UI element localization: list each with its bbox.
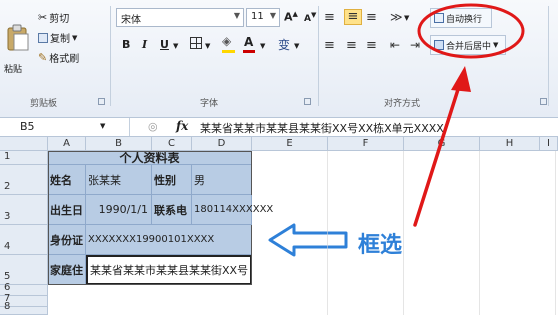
column-header-e[interactable]: E [252, 137, 328, 151]
chevron-down-icon: ▼ [233, 11, 240, 20]
cut-button[interactable]: ✂ 剪切 [38, 10, 69, 25]
row-header-3[interactable]: 3 [0, 195, 48, 225]
select-all-corner[interactable] [0, 137, 48, 151]
align-center-icon[interactable]: ≡ [346, 38, 357, 53]
font-color-icon[interactable]: A [244, 35, 253, 49]
cell-d3[interactable]: 180114XXXXXX [192, 195, 273, 225]
chevron-down-icon[interactable]: ▼ [294, 42, 299, 50]
scissors-icon: ✂ [38, 11, 48, 24]
clipboard-group-label: 剪贴板 [30, 99, 58, 109]
italic-button[interactable]: I [142, 38, 147, 51]
borders-icon[interactable] [190, 37, 202, 49]
title-cell[interactable]: 个人资料表 [48, 151, 252, 165]
font-size-select[interactable]: 11 ▼ [246, 8, 280, 27]
arrow-left-icon [268, 223, 348, 257]
paste-icon [7, 24, 29, 51]
font-name-value: 宋体 [121, 15, 141, 26]
row-header-2[interactable]: 2 [0, 165, 48, 195]
clipboard-launcher-icon[interactable] [98, 98, 105, 105]
align-left-icon[interactable]: ≡ [324, 38, 335, 53]
group-divider [548, 6, 549, 106]
annotation-label: 框选 [358, 233, 403, 258]
row-header-4[interactable]: 4 [0, 225, 48, 255]
paste-button[interactable]: 粘贴 [4, 20, 32, 80]
chevron-down-icon[interactable]: ▼ [100, 122, 105, 130]
cell-b5[interactable]: 某某省某某市某某县某某街XX号 [86, 255, 252, 285]
increase-font-icon[interactable]: A▲ [284, 10, 298, 24]
cancel-icon: ◎ [148, 120, 158, 133]
row-header-8[interactable]: 8 [0, 301, 48, 315]
phonetic-icon[interactable]: 变 [278, 36, 290, 53]
font-name-select[interactable]: 宋体 ▼ [116, 8, 244, 27]
bold-button[interactable]: B [122, 38, 130, 51]
cell-b2[interactable]: 张某某 [86, 165, 152, 195]
highlight-ellipse [417, 3, 525, 59]
chevron-down-icon[interactable]: ▼ [205, 42, 210, 50]
cell-b4[interactable]: XXXXXXX19900101XXXX [86, 225, 252, 255]
cell-d2[interactable]: 男 [192, 165, 252, 195]
cell-a5[interactable]: 家庭住 [48, 255, 86, 285]
cell-c3[interactable]: 联系电 [152, 195, 192, 225]
row-header-5[interactable]: 5 [0, 255, 48, 285]
cut-label: 剪切 [49, 14, 70, 25]
copy-icon [38, 32, 48, 43]
insert-function-icon[interactable]: fx [176, 119, 188, 133]
name-box[interactable]: B5 [0, 118, 130, 136]
fill-color-bar [222, 50, 235, 53]
cell-a2[interactable]: 姓名 [48, 165, 86, 195]
font-color-bar [243, 50, 255, 53]
alignment-launcher-icon[interactable] [540, 98, 547, 105]
chevron-down-icon[interactable]: ▼ [404, 14, 409, 22]
column-header-a[interactable]: A [48, 137, 86, 151]
cell-b3[interactable]: 1990/1/1 [86, 195, 152, 225]
column-header-i[interactable]: I [540, 137, 558, 151]
group-divider [110, 6, 111, 106]
font-launcher-icon[interactable] [304, 98, 311, 105]
chevron-down-icon[interactable]: ▼ [260, 42, 265, 50]
column-header-h[interactable]: H [480, 137, 540, 151]
decrease-indent-icon[interactable]: ⇤ [390, 38, 400, 52]
chevron-down-icon: ▼ [269, 11, 276, 20]
column-header-f[interactable]: F [328, 137, 404, 151]
row-header-1[interactable]: 1 [0, 151, 48, 165]
cell-a3[interactable]: 出生日 [48, 195, 86, 225]
paste-label: 粘贴 [4, 65, 23, 75]
cell-a4[interactable]: 身份证 [48, 225, 86, 255]
decrease-font-icon[interactable]: A▼ [304, 11, 316, 24]
align-middle-icon[interactable]: ≡ [344, 9, 362, 25]
fill-color-icon[interactable]: ◈ [222, 34, 231, 48]
align-bottom-icon[interactable]: ≡ [366, 10, 377, 25]
paintbrush-icon: ✎ [38, 51, 48, 64]
underline-button[interactable]: U [160, 38, 169, 51]
align-right-icon[interactable]: ≡ [366, 38, 377, 53]
format-painter-button[interactable]: ✎ 格式刷 [38, 50, 79, 65]
group-divider [318, 6, 319, 106]
copy-label: 复制 [50, 34, 70, 45]
align-top-icon[interactable]: ≡ [324, 10, 335, 25]
cell-c2[interactable]: 性别 [152, 165, 192, 195]
format-painter-label: 格式刷 [49, 54, 80, 65]
arrow-up-icon [413, 66, 471, 227]
font-group-label: 字体 [200, 99, 219, 109]
orientation-icon[interactable]: ≫ [390, 10, 403, 24]
copy-button[interactable]: 复制 ▼ [38, 30, 77, 45]
chevron-down-icon[interactable]: ▼ [173, 42, 178, 50]
font-size-value: 11 [251, 11, 264, 22]
column-header-d[interactable]: D [192, 137, 252, 151]
chevron-down-icon: ▼ [72, 33, 78, 42]
